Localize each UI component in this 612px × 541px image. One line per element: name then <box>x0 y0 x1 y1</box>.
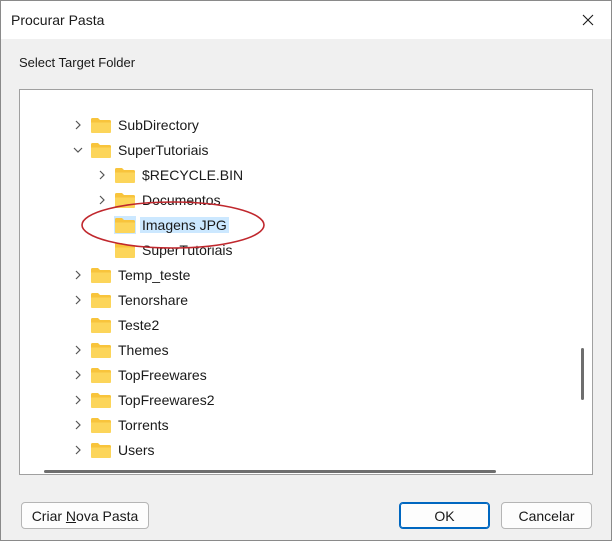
tree-item[interactable]: Teste2 <box>20 313 572 338</box>
tree-item-label: Tenorshare <box>118 292 189 308</box>
ok-button[interactable]: OK <box>399 502 490 529</box>
tree-item-label: Teste2 <box>118 317 160 333</box>
tree-item[interactable]: Temp_teste <box>20 263 572 288</box>
folder-icon <box>114 191 136 209</box>
chevron-right-icon[interactable] <box>72 419 84 431</box>
tree-item-label: SubDirectory <box>118 117 199 133</box>
chevron-right-icon[interactable] <box>96 194 108 206</box>
new-folder-label-end: ova Pasta <box>76 507 139 524</box>
folder-tree[interactable]: SubDirectory SuperTutoriais $RECYCLE.BIN Do… <box>19 89 593 475</box>
folder-icon <box>90 391 112 409</box>
tree-item-label: $RECYCLE.BIN <box>142 167 244 183</box>
folder-icon <box>90 141 112 159</box>
tree-item-label: Documentos <box>142 192 221 208</box>
title-bar: Procurar Pasta <box>1 1 611 39</box>
tree-item[interactable]: Torrents <box>20 413 572 438</box>
folder-icon <box>114 216 136 234</box>
tree-item-label: Torrents <box>118 417 169 433</box>
tree-item-label: TopFreewares <box>118 367 207 383</box>
folder-icon <box>90 291 112 309</box>
close-button[interactable] <box>565 1 611 39</box>
ok-button-label: OK <box>434 507 455 524</box>
tree-item[interactable]: SuperTutoriais <box>20 238 572 263</box>
vertical-scrollbar[interactable] <box>575 90 592 456</box>
chevron-right-icon[interactable] <box>72 444 84 456</box>
folder-icon <box>90 366 112 384</box>
horizontal-scrollbar-thumb[interactable] <box>44 470 496 473</box>
folder-icon <box>90 341 112 359</box>
new-folder-label-start: Criar <box>31 507 66 524</box>
folder-icon <box>90 316 112 334</box>
folder-icon <box>90 441 112 459</box>
chevron-right-icon[interactable] <box>72 269 84 281</box>
tree-item-label: Users <box>118 442 155 458</box>
chevron-right-icon[interactable] <box>96 169 108 181</box>
tree-item-label: SuperTutoriais <box>142 242 233 258</box>
tree-item[interactable]: TopFreewares <box>20 363 572 388</box>
tree-item-label: Themes <box>118 342 169 358</box>
folder-icon <box>90 266 112 284</box>
vertical-scrollbar-thumb[interactable] <box>581 348 584 400</box>
chevron-right-icon[interactable] <box>72 369 84 381</box>
new-folder-mnemonic: N <box>65 507 77 524</box>
close-icon <box>582 14 594 26</box>
dialog-prompt: Select Target Folder <box>19 55 136 70</box>
chevron-right-icon[interactable] <box>72 344 84 356</box>
window-title: Procurar Pasta <box>11 12 105 28</box>
chevron-right-icon[interactable] <box>72 294 84 306</box>
cancel-button[interactable]: Cancelar <box>501 502 592 529</box>
chevron-down-icon[interactable] <box>72 144 84 156</box>
tree-item[interactable]: Tenorshare <box>20 288 572 313</box>
tree-item[interactable]: SubDirectory <box>20 113 572 138</box>
cancel-button-label: Cancelar <box>518 507 575 524</box>
tree-item-label: Temp_teste <box>118 267 191 283</box>
folder-icon <box>90 416 112 434</box>
folder-icon <box>114 241 136 259</box>
tree-item[interactable]: SuperTutoriais <box>20 138 572 163</box>
tree-item[interactable]: Documentos <box>20 188 572 213</box>
tree-item[interactable]: Users <box>20 438 572 463</box>
tree-item[interactable]: $RECYCLE.BIN <box>20 163 572 188</box>
tree-item[interactable]: Imagens JPG <box>20 213 572 238</box>
chevron-right-icon[interactable] <box>72 119 84 131</box>
tree-item[interactable]: TopFreewares2 <box>20 388 572 413</box>
chevron-right-icon[interactable] <box>72 394 84 406</box>
tree-item-label: Imagens JPG <box>140 217 229 233</box>
folder-icon <box>90 116 112 134</box>
new-folder-button[interactable]: Criar Nova Pasta <box>21 502 149 529</box>
tree-item-label: SuperTutoriais <box>118 142 209 158</box>
tree-item-label: TopFreewares2 <box>118 392 215 408</box>
browse-folder-dialog: Procurar Pasta Select Target Folder SubD… <box>0 0 612 541</box>
folder-icon <box>114 166 136 184</box>
tree-item[interactable]: Themes <box>20 338 572 363</box>
